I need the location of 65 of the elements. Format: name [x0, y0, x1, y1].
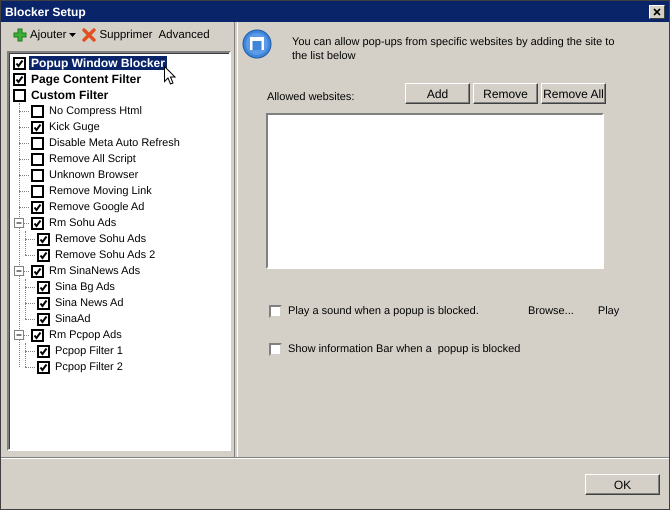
- checkbox[interactable]: [31, 184, 44, 198]
- toolbar-button[interactable]: Advanced: [158, 29, 210, 41]
- tree-item[interactable]: Kick Guge: [47, 120, 102, 134]
- checkbox[interactable]: [269, 304, 282, 318]
- checkbox[interactable]: [31, 168, 44, 182]
- tree-item[interactable]: Rm Pcpop Ads: [47, 328, 124, 342]
- option-label: Show information Bar when a popup is blocked: [288, 343, 522, 355]
- tree-item[interactable]: Remove Sohu Ads: [53, 232, 148, 246]
- window-icon: [242, 29, 272, 59]
- tree-item[interactable]: Rm Sohu Ads: [47, 216, 118, 230]
- text-button[interactable]: Play: [598, 305, 620, 317]
- option-label: Play a sound when a popup is blocked.: [288, 305, 480, 317]
- checkbox[interactable]: [37, 232, 50, 246]
- checkbox[interactable]: [37, 344, 50, 358]
- tree-item[interactable]: Page Content Filter: [29, 72, 144, 86]
- close-icon: [653, 8, 661, 16]
- delete-icon: [82, 28, 96, 42]
- tree-item[interactable]: Remove Moving Link: [47, 184, 154, 198]
- tree-item[interactable]: Disable Meta Auto Refresh: [47, 136, 182, 150]
- tree-item[interactable]: Remove Sohu Ads 2: [53, 248, 158, 262]
- checkbox[interactable]: [13, 56, 26, 70]
- collapse-icon[interactable]: [14, 330, 24, 340]
- checkbox[interactable]: [37, 248, 50, 262]
- checkbox[interactable]: [37, 312, 50, 326]
- checkbox[interactable]: [31, 120, 44, 134]
- checkbox[interactable]: [37, 360, 50, 374]
- checkbox[interactable]: [269, 342, 282, 356]
- tree-item[interactable]: Remove Google Ad: [47, 200, 146, 214]
- toolbar-button[interactable]: Ajouter: [13, 28, 76, 42]
- allowed-websites-label: Allowed websites:: [267, 90, 356, 102]
- tree-item[interactable]: Custom Filter: [29, 88, 110, 102]
- toolbar-button[interactable]: Supprimer: [82, 28, 152, 42]
- tree-item[interactable]: Remove All Script: [47, 152, 138, 166]
- checkbox[interactable]: [31, 216, 44, 230]
- checkbox[interactable]: [37, 296, 50, 310]
- tree-item[interactable]: No Compress Html: [47, 104, 144, 118]
- list-action-button[interactable]: Add: [405, 83, 470, 104]
- tree-item[interactable]: Rm SinaNews Ads: [47, 264, 142, 278]
- checkbox[interactable]: [13, 72, 26, 86]
- checkbox[interactable]: [31, 104, 44, 118]
- collapse-icon[interactable]: [14, 266, 24, 276]
- tree-item[interactable]: Sina News Ad: [53, 296, 126, 310]
- checkbox[interactable]: [31, 264, 44, 278]
- list-action-button[interactable]: Remove All: [541, 83, 606, 104]
- text-button[interactable]: Browse...: [528, 305, 574, 317]
- plus-icon: [13, 28, 27, 42]
- list-action-button[interactable]: Remove: [473, 83, 538, 104]
- tree-item[interactable]: Sina Bg Ads: [53, 280, 117, 294]
- close-button[interactable]: [649, 4, 665, 18]
- window-title: Blocker Setup: [5, 4, 86, 18]
- ok-button[interactable]: OK: [585, 474, 660, 495]
- tree-item[interactable]: Popup Window Blocker: [29, 56, 167, 70]
- checkbox[interactable]: [31, 328, 44, 342]
- checkbox[interactable]: [31, 136, 44, 150]
- checkbox[interactable]: [31, 152, 44, 166]
- checkbox[interactable]: [37, 280, 50, 294]
- tree-item[interactable]: SinaAd: [53, 312, 92, 326]
- cursor-icon: [164, 66, 176, 85]
- tree-item[interactable]: Unknown Browser: [47, 168, 140, 182]
- tree-item[interactable]: Pcpop Filter 2: [53, 360, 125, 374]
- tree-item[interactable]: Pcpop Filter 1: [53, 344, 125, 358]
- checkbox[interactable]: [13, 88, 26, 102]
- collapse-icon[interactable]: [14, 218, 24, 228]
- checkbox[interactable]: [31, 200, 44, 214]
- info-text: You can allow pop-ups from specific websites by adding the site to the list below: [292, 35, 616, 63]
